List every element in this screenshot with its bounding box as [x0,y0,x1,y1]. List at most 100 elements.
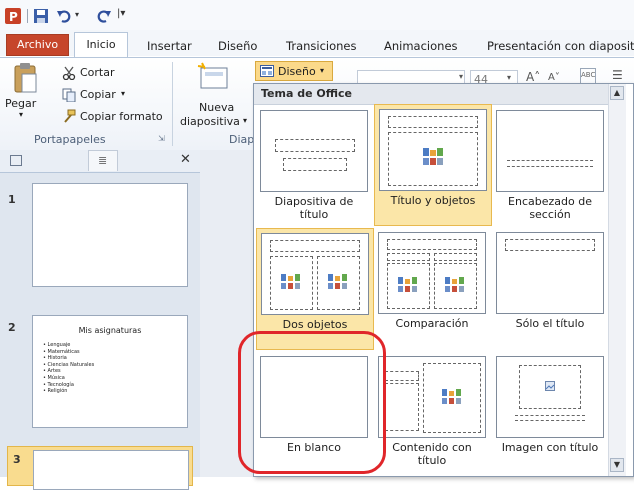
layout-title-and-content[interactable]: Título y objetos [374,104,492,226]
content-icons [398,277,417,292]
bullet-item: • Matemáticas [43,348,80,355]
caption-line [515,420,585,421]
layout-icon [260,65,274,77]
grow-font-icon[interactable]: A˄ [526,70,540,84]
tab-file-label: Archivo [16,38,59,51]
caption-title-placeholder [385,371,419,381]
customize-icon[interactable]: |▾ [117,8,125,19]
format-painter-button[interactable]: Copiar formato [80,110,163,123]
slide-2-bullets: • Lenguaje • Matemáticas • Historia • Ci… [43,342,94,395]
outline-icon: ≣ [98,154,108,167]
paste-dropdown-icon[interactable]: ▾ [19,110,23,119]
layout-thumbnail [261,233,369,315]
layout-thumbnail [260,110,368,192]
new-slide-label-2[interactable]: diapositiva [180,115,240,128]
gallery-header: Tema de Office [254,84,621,105]
dialog-launcher-icon[interactable]: ⇲ [158,134,165,143]
layout-section-header[interactable]: Encabezado de sección [492,106,610,226]
slide-thumbnail-3-selected[interactable]: 3 [7,446,193,490]
new-slide-icon[interactable] [197,62,231,92]
picture-icon [545,381,555,391]
copy-dropdown-icon[interactable]: ▾ [121,89,125,98]
tab-file[interactable]: Archivo [6,34,69,56]
title-placeholder [505,239,595,251]
slide-number: 3 [13,453,21,466]
save-icon[interactable] [33,8,49,24]
layout-thumbnail [496,356,604,438]
layout-picture-with-caption[interactable]: Imagen con título [492,352,610,472]
layout-title-only[interactable]: Sólo el título [492,228,610,348]
copy-button[interactable]: Copiar [80,88,116,101]
section-line [507,166,593,167]
tab-insert[interactable]: Insertar [147,36,192,56]
paste-button[interactable]: Pegar [5,97,36,110]
tab-home[interactable]: Inicio [74,32,128,58]
layout-label: Encabezado de [508,195,592,208]
quick-access-toolbar: P ▾ |▾ [0,0,634,30]
layout-button-label: Diseño [278,65,316,78]
slides-pane-header: ≣ ✕ [0,150,200,173]
layout-thumbnail [379,109,487,191]
layout-label: Dos objetos [282,318,348,331]
layout-thumbnail [378,356,486,438]
caption-text-placeholder [385,383,419,431]
title-placeholder [387,239,477,250]
slide-number: 2 [8,321,16,334]
layout-thumbnail [378,232,486,314]
layout-label: Contenido con [392,441,472,454]
scroll-up-icon[interactable]: ▲ [610,86,624,100]
bullet-item: • Ciencias Naturales [43,361,95,368]
tab-transitions[interactable]: Transiciones [286,36,357,56]
layout-button[interactable]: Diseño ▾ [255,61,333,81]
layout-content-with-caption[interactable]: Contenido con título [374,352,492,472]
new-slide-label-1[interactable]: Nueva [199,101,234,114]
font-name-dropdown-icon[interactable]: ▾ [459,72,463,81]
bullet-item: • Historia [43,355,67,362]
bullet-item: • Lenguaje [43,342,71,348]
slide-thumbnail-1[interactable] [32,183,188,287]
gallery-scrollbar[interactable]: ▲ ▼ [608,84,626,476]
layout-label: Título y objetos [390,194,476,207]
scroll-down-icon[interactable]: ▼ [610,458,624,472]
redo-icon[interactable] [96,8,112,24]
paste-icon[interactable] [10,62,40,96]
clear-formatting-icon[interactable]: ABC [580,68,596,84]
tab-animations[interactable]: Animaciones [384,36,458,56]
slide-number: 1 [8,193,16,206]
layout-thumbnail [496,232,604,314]
layout-title-slide[interactable]: Diapositiva de título [256,106,374,226]
layout-label: Diapositiva de [274,195,354,208]
close-icon[interactable]: ✕ [180,152,191,167]
layout-label-line2: título [417,454,447,467]
clipboard-group-label: Portapapeles [34,133,106,146]
content-icons [281,274,300,289]
bullets-icon[interactable]: ☰ [612,68,623,82]
powerpoint-icon[interactable]: P [5,8,21,24]
qat-divider [27,9,28,23]
new-slide-dropdown-icon[interactable]: ▾ [243,116,247,125]
tab-slideshow[interactable]: Presentación con diaposit [487,36,634,56]
content-icons [423,148,443,165]
tab-design[interactable]: Diseño [218,36,257,56]
slide-thumbnail-2[interactable]: Mis asignaturas • Lenguaje • Matemáticas… [32,315,188,428]
slides-group-label: Diap [229,133,255,146]
title-placeholder [270,240,360,252]
group-separator [172,62,173,146]
font-size-dropdown-icon: ▾ [507,73,512,82]
section-line [507,160,593,161]
svg-text:P: P [9,10,18,24]
outline-tab[interactable]: ≣ [88,150,118,171]
slides-tab-icon[interactable] [10,155,22,166]
layout-comparison[interactable]: Comparación [374,228,492,348]
layout-label: Sólo el título [515,317,585,330]
layout-label-line2: título [299,208,329,221]
undo-dropdown-icon[interactable]: ▾ [75,10,79,19]
caption-line [515,415,585,416]
undo-icon[interactable] [56,8,72,24]
shrink-font-icon[interactable]: A˅ [548,72,560,83]
bullet-item: • Música [43,374,65,381]
cut-button[interactable]: Cortar [80,66,115,79]
layout-label-line2: sección [529,208,571,221]
title-placeholder [275,139,355,152]
slide-2-title: Mis asignaturas [78,326,142,335]
